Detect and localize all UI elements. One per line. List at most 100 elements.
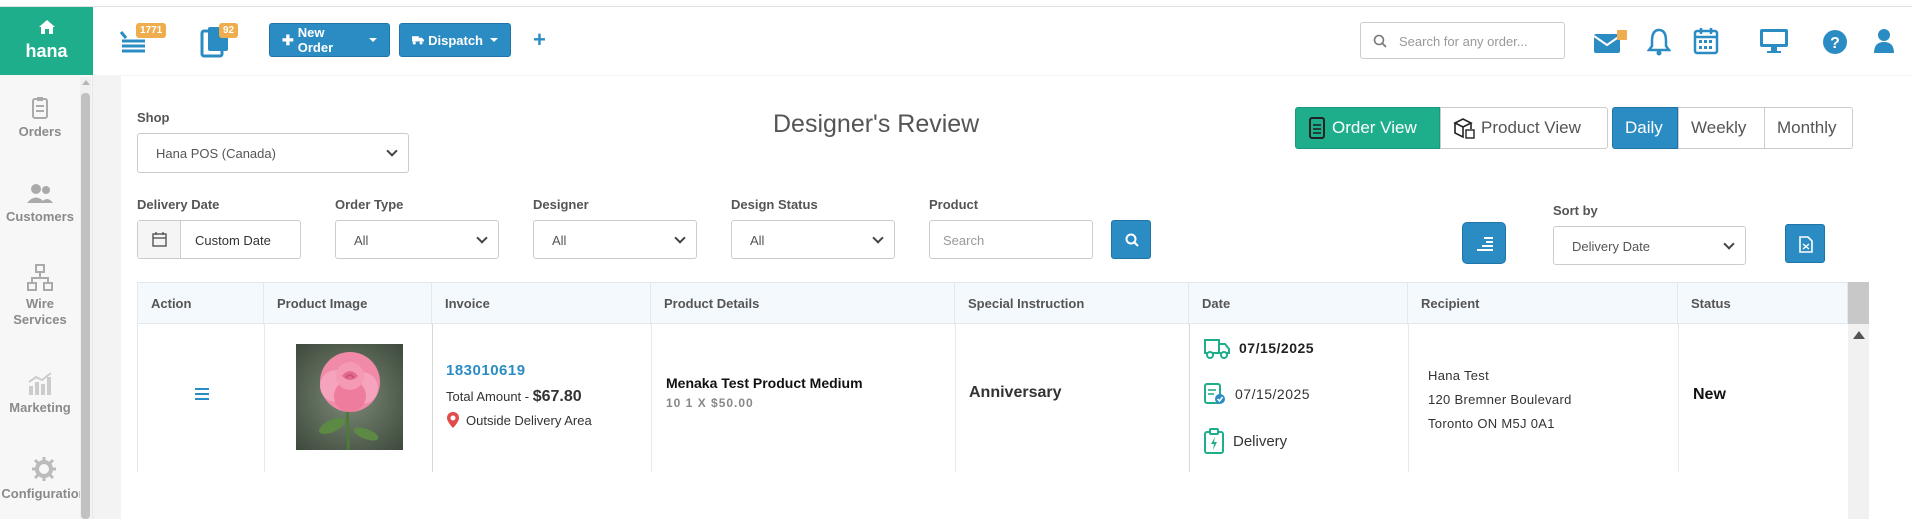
- help-button[interactable]: ?: [1822, 29, 1848, 60]
- period-weekly-button[interactable]: Weekly: [1678, 107, 1764, 149]
- svg-text:?: ?: [1830, 35, 1840, 52]
- product-name: Menaka Test Product Medium: [666, 375, 863, 391]
- calendar-addon[interactable]: [138, 221, 181, 258]
- dispatch-button[interactable]: Dispatch: [399, 23, 511, 57]
- orders-stack-button[interactable]: 1771: [119, 23, 167, 63]
- delivery-area: Outside Delivery Area: [446, 411, 592, 429]
- table-header: Action Product Image Invoice Product Det…: [137, 282, 1849, 325]
- notifications-button[interactable]: [1646, 28, 1672, 61]
- total-amount-value: $67.80: [532, 388, 582, 405]
- gear-icon: [32, 457, 56, 481]
- sidebar-item-label: Customers: [6, 209, 74, 224]
- order-date-value: 07/15/2025: [1235, 386, 1311, 402]
- column-header-invoice[interactable]: Invoice: [432, 283, 651, 325]
- column-divider: [264, 324, 265, 472]
- sort-by-select[interactable]: Delivery Date: [1553, 226, 1746, 265]
- profile-button[interactable]: [1873, 28, 1895, 59]
- users-icon: [27, 184, 53, 203]
- tasks-count-badge: 92: [219, 23, 239, 38]
- sidebar-item-wire-services[interactable]: Wire Services: [0, 264, 80, 328]
- envelope-icon: [1593, 30, 1627, 53]
- column-header-product-image[interactable]: Product Image: [264, 283, 432, 325]
- shop-select[interactable]: Hana POS (Canada): [137, 133, 409, 173]
- delivery-area-label: Outside Delivery Area: [466, 412, 592, 428]
- design-status-value: All: [750, 233, 765, 248]
- chevron-down-icon: [476, 232, 488, 244]
- invoice-link[interactable]: 183010619: [446, 362, 526, 379]
- sidebar-item-orders[interactable]: Orders: [0, 96, 80, 139]
- column-header-special-instruction[interactable]: Special Instruction: [955, 283, 1189, 325]
- calendar-icon: [152, 232, 167, 247]
- delivery-date-value: 07/15/2025: [1239, 340, 1315, 356]
- shop-value: Hana POS (Canada): [156, 146, 276, 161]
- product-search-button[interactable]: [1111, 220, 1151, 259]
- sidebar-item-configuration[interactable]: Configuration: [0, 456, 88, 501]
- export-button[interactable]: [1785, 224, 1825, 263]
- sidebar-item-customers[interactable]: Customers: [0, 183, 80, 224]
- table-row[interactable]: 183010619 Total Amount - $67.80 Outside …: [137, 324, 1849, 472]
- user-icon: [1874, 29, 1894, 53]
- order-type-select[interactable]: All: [335, 220, 499, 259]
- caret-down-icon: [490, 38, 498, 42]
- order-type-label: Order Type: [335, 197, 404, 212]
- file-export-icon: [1799, 236, 1813, 253]
- column-header-recipient[interactable]: Recipient: [1408, 283, 1678, 325]
- tasks-button[interactable]: 92: [200, 23, 239, 63]
- add-button[interactable]: +: [533, 29, 546, 51]
- order-view-button[interactable]: Order View: [1295, 107, 1440, 149]
- new-order-label: New Order: [297, 25, 334, 55]
- sidebar-item-label: Orders: [18, 124, 62, 139]
- search-icon: [1373, 34, 1387, 48]
- sidebar-item-marketing[interactable]: Marketing: [0, 372, 80, 415]
- clipboard-icon: [32, 97, 48, 119]
- sidebar-scrollbar[interactable]: [80, 77, 91, 519]
- delivery-date-picker[interactable]: Custom Date: [137, 220, 301, 259]
- weekly-label: Weekly: [1691, 118, 1747, 137]
- product-quantity: 10 1 X $50.00: [666, 396, 754, 410]
- product-view-label: Product View: [1481, 118, 1581, 137]
- product-search-placeholder: Search: [943, 233, 985, 248]
- global-search-input[interactable]: Search for any order...: [1360, 22, 1565, 59]
- design-status-select[interactable]: All: [731, 220, 895, 259]
- new-order-button[interactable]: ✚ New Order: [269, 23, 390, 57]
- row-menu-button[interactable]: [195, 387, 209, 405]
- special-instruction: Anniversary: [969, 384, 1062, 401]
- total-amount-label: Total Amount -: [446, 389, 533, 404]
- designer-select[interactable]: All: [533, 220, 697, 259]
- column-divider: [1408, 324, 1409, 472]
- package-icon: [1453, 118, 1475, 139]
- recipient-address: 120 Bremner Boulevard: [1428, 392, 1572, 407]
- recipient-city: Toronto ON M5J 0A1: [1428, 416, 1555, 431]
- align-right-icon: [1477, 237, 1493, 251]
- column-header-product-details[interactable]: Product Details: [651, 283, 955, 325]
- document-icon: [1309, 117, 1325, 139]
- column-header-status[interactable]: Status: [1678, 283, 1849, 325]
- scroll-up-icon[interactable]: [1853, 331, 1865, 339]
- monthly-label: Monthly: [1777, 118, 1837, 137]
- product-search-input[interactable]: Search: [929, 220, 1093, 259]
- column-header-action[interactable]: Action: [138, 283, 264, 325]
- delivery-date-value: Custom Date: [195, 233, 271, 248]
- product-image[interactable]: [296, 344, 403, 451]
- column-header-date[interactable]: Date: [1189, 283, 1408, 325]
- align-toggle-button[interactable]: [1462, 222, 1506, 264]
- scrollbar-thumb[interactable]: [81, 93, 90, 519]
- scroll-up-icon[interactable]: [82, 80, 90, 85]
- design-status-label: Design Status: [731, 197, 818, 212]
- sidebar-item-label: Marketing: [9, 400, 71, 415]
- product-view-button[interactable]: Product View: [1440, 107, 1608, 149]
- calendar-button[interactable]: [1693, 27, 1719, 60]
- brand-name: hana: [25, 41, 68, 61]
- period-monthly-button[interactable]: Monthly: [1764, 107, 1853, 149]
- column-divider: [1678, 324, 1679, 472]
- column-divider: [651, 324, 652, 472]
- delivery-date-label: Delivery Date: [137, 197, 220, 212]
- period-daily-button[interactable]: Daily: [1612, 107, 1678, 149]
- order-type: Delivery: [1203, 428, 1287, 454]
- orders-table: Action Product Image Invoice Product Det…: [137, 282, 1869, 519]
- logo[interactable]: hana: [0, 7, 93, 75]
- table-scrollbar[interactable]: [1848, 282, 1869, 519]
- messages-button[interactable]: [1593, 30, 1627, 59]
- display-button[interactable]: [1759, 28, 1789, 59]
- scrollbar-thumb[interactable]: [1848, 282, 1869, 324]
